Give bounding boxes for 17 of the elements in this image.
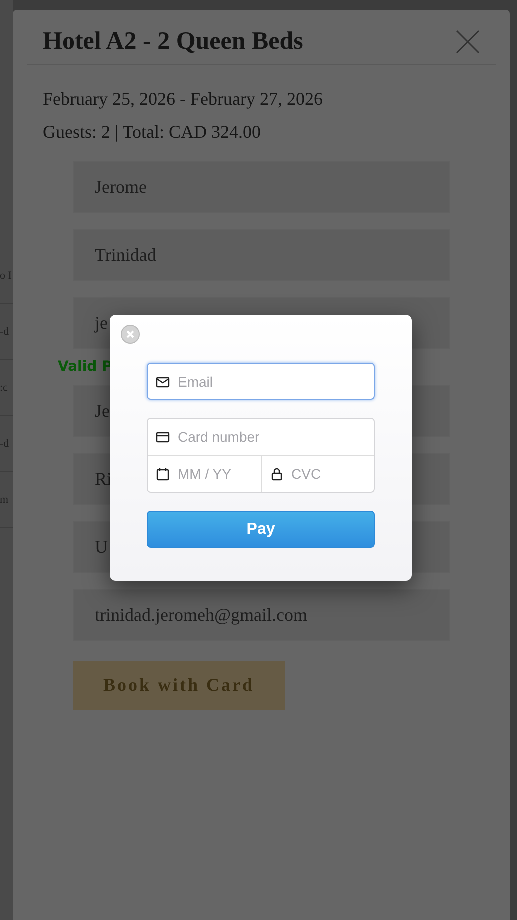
booking-summary: Guests: 2 | Total: CAD 324.00 [43, 121, 262, 144]
lock-icon [270, 467, 284, 481]
close-icon[interactable] [456, 30, 480, 54]
pay-button[interactable]: Pay [147, 511, 375, 548]
booking-dates: February 25, 2026 - February 27, 2026 [43, 88, 324, 111]
cvc-field[interactable]: CVC [262, 456, 374, 492]
input-field[interactable]: Jerome [73, 161, 450, 213]
close-icon[interactable] [121, 325, 140, 344]
card-number-field[interactable]: Card number [148, 419, 374, 455]
credit-card-icon [156, 430, 170, 444]
calendar-icon [156, 467, 170, 481]
dialog-title: Hotel A2 - 2 Queen Beds [43, 28, 304, 56]
input-field[interactable]: trinidad.jeromeh@gmail.com [73, 589, 450, 641]
email-field[interactable]: Email [147, 363, 375, 400]
expiry-field[interactable]: MM / YY [148, 456, 262, 492]
envelope-icon [156, 374, 170, 388]
input-field[interactable]: Trinidad [73, 229, 450, 281]
